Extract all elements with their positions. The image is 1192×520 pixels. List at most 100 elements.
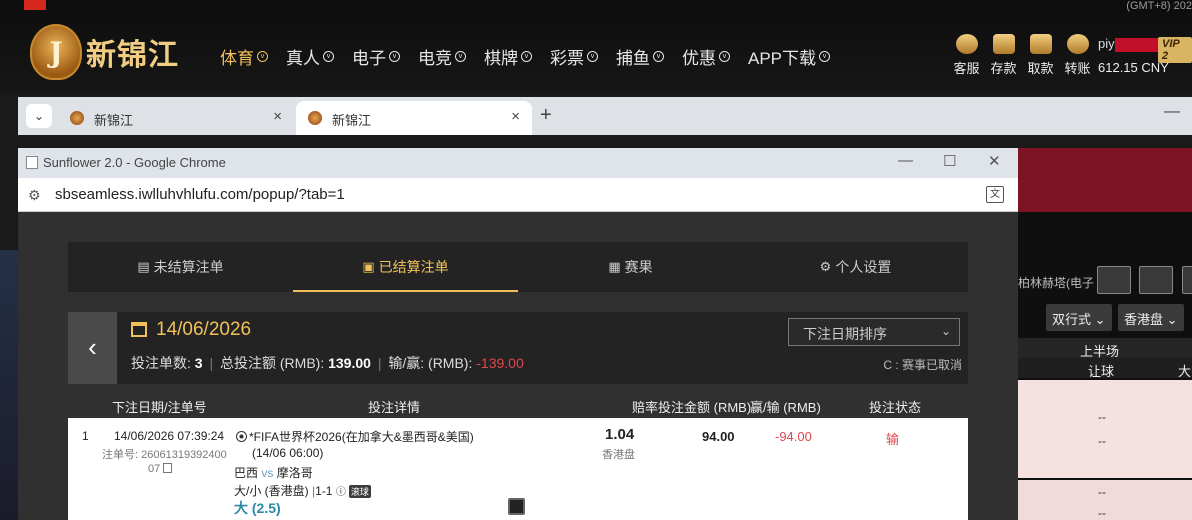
column-header: 赔率 [632, 400, 659, 415]
site-info-icon[interactable]: ⚙ [28, 187, 41, 204]
url-field[interactable]: sbseamless.iwlluhvhlufu.com/popup/?tab=1 [55, 186, 345, 203]
nav-item-promotions[interactable]: 优惠 v [682, 44, 730, 69]
nav-item-app-download[interactable]: APP下载 v [748, 44, 831, 69]
nav-item-slots[interactable]: 电子 v [352, 44, 400, 69]
transfer-coin-icon [1066, 34, 1089, 54]
bet-odds: 1.04 [605, 426, 635, 443]
balance-text: 612.15 CNY [1098, 60, 1169, 75]
background-banner-strip [1018, 148, 1192, 212]
site-header: (GMT+8) 202 J 新锦江 体育 v 真人 v 电子 v 电竞 v 棋牌 v 彩票… [0, 0, 1192, 95]
minimize-icon[interactable]: — [898, 152, 913, 169]
soccer-ball-icon [236, 431, 247, 442]
tab-settled-bets[interactable]: ▣ 已结算注单 [293, 242, 518, 292]
browser-tab-active[interactable]: 新锦江 × [296, 101, 532, 135]
logo-badge-icon: J [30, 24, 82, 80]
scoreboard-icon: ▦ [608, 259, 621, 274]
bet-slip-icon[interactable] [1097, 266, 1131, 294]
logo-text: 新锦江 [86, 38, 179, 73]
sort-dropdown[interactable]: 下注日期排序 ⌄ [788, 318, 960, 346]
live-badge: 滚球 [348, 485, 371, 498]
league-name: *FIFA世界杯2026(在加拿大&墨西哥&美国) [236, 428, 474, 445]
match-time: (14/06 06:00) [252, 446, 324, 460]
address-bar: ⚙ sbseamless.iwlluhvhlufu.com/popup/?tab… [18, 178, 1018, 212]
daily-summary: ‹ 14/06/2026 投注单数: 3 | 总投注额 (RMB): 139.0… [68, 312, 968, 384]
nav-item-esports[interactable]: 电竞 v [418, 44, 466, 69]
info-icon[interactable]: ⓘ [336, 487, 346, 498]
tab-title: 新锦江 [94, 113, 134, 128]
summary-stats: 投注单数: 3 | 总投注额 (RMB): 139.00 | 输/赢: (RMB… [131, 355, 524, 371]
popup-title: Sunflower 2.0 - Google Chrome [43, 155, 226, 170]
nav-item-cards[interactable]: 棋牌 v [484, 44, 532, 69]
summary-date: 14/06/2026 [156, 319, 252, 340]
customer-service-button[interactable]: 客服 [948, 34, 985, 77]
tab-results[interactable]: ▦ 赛果 [518, 242, 743, 292]
chevron-down-icon: v [323, 51, 334, 62]
search-team-text: 柏林赫塔(电子 [1018, 276, 1094, 290]
chevron-down-icon: v [455, 51, 466, 62]
nav-item-sports[interactable]: 体育 v [220, 44, 268, 69]
column-header: 投注金额 (RMB) [658, 400, 752, 415]
withdraw-button[interactable]: 取款 [1022, 34, 1059, 77]
nav-item-live-casino[interactable]: 真人 v [286, 44, 334, 69]
copy-icon[interactable] [163, 463, 173, 473]
minimize-button[interactable]: — [1164, 103, 1180, 121]
odds-cell[interactable]: -- -- [1018, 480, 1192, 520]
bet-winloss: -94.00 [775, 429, 812, 444]
site-logo[interactable]: J 新锦江 [30, 24, 179, 80]
unsettled-list-icon: ▤ [137, 259, 150, 274]
column-header: 投注状态 [869, 400, 922, 415]
table-header: 下注日期/注单号 投注详情 赔率 投注金额 (RMB) 赢/输 (RMB) 投注… [68, 392, 968, 418]
account-actions: 客服 存款 取款 转账 [948, 34, 1096, 77]
chevron-down-icon: v [389, 51, 400, 62]
bet-market: 大/小 (香港盘) |1-1 ⓘ 滚球 [234, 484, 371, 498]
bet-stake: 94.00 [702, 429, 735, 444]
new-tab-button[interactable]: + [540, 104, 552, 127]
tv-icon[interactable] [508, 498, 525, 515]
chevron-down-icon: v [819, 51, 831, 62]
close-icon[interactable]: ✕ [988, 152, 1001, 170]
nav-item-lottery[interactable]: 彩票 v [550, 44, 598, 69]
odds-format-dropdown[interactable]: 香港盘 ⌄ [1118, 304, 1184, 331]
popup-window: Sunflower 2.0 - Google Chrome — ☐ ✕ ⚙ sb… [18, 148, 1018, 520]
chevron-down-icon: v [521, 51, 532, 62]
china-flag-icon[interactable] [24, 0, 46, 10]
close-tab-icon[interactable]: × [273, 108, 282, 125]
table-row[interactable]: 1 14/06/2026 07:39:24 注单号: 2606131939240… [68, 418, 968, 520]
bet-status: 输 [886, 432, 900, 447]
transfer-button[interactable]: 转账 [1059, 34, 1096, 77]
previous-day-button[interactable]: ‹ [68, 312, 117, 384]
browser-tab[interactable]: 新锦江 × [58, 101, 294, 135]
main-nav: 体育 v 真人 v 电子 v 电竞 v 棋牌 v 彩票 v 捕鱼 v 优惠 v APP下载 v [220, 44, 848, 69]
settled-list-icon: ▣ [362, 259, 375, 274]
deposit-button[interactable]: 存款 [985, 34, 1022, 77]
gear-icon: ⚙ [819, 259, 832, 274]
tab-title: 新锦江 [332, 113, 372, 128]
cancelled-note: C : 赛事已取消 [883, 358, 962, 372]
settled-slip-icon[interactable] [1139, 266, 1173, 294]
nav-item-fishing[interactable]: 捕鱼 v [616, 44, 664, 69]
tab-unsettled-bets[interactable]: ▤ 未结算注单 [68, 242, 293, 292]
more-icon[interactable] [1182, 266, 1192, 294]
tab-search-dropdown[interactable]: ⌄ [26, 104, 52, 128]
first-half-header: 上半场 [1018, 338, 1192, 359]
chevron-down-icon: ⌄ [940, 324, 951, 338]
odds-cell[interactable]: -- -- [1018, 380, 1192, 478]
maximize-icon[interactable]: ☐ [943, 152, 956, 170]
tab-settings[interactable]: ⚙ 个人设置 [743, 242, 968, 292]
translate-icon[interactable]: 文 [986, 186, 1004, 203]
bet-datetime: 14/06/2026 07:39:24 [114, 429, 225, 443]
chevron-down-icon: v [257, 51, 268, 62]
chevron-down-icon: v [587, 51, 598, 62]
column-header: 赢/输 (RMB) [750, 400, 821, 415]
close-tab-icon[interactable]: × [511, 108, 520, 125]
odds-view-dropdown[interactable]: 双行式 ⌄ [1046, 304, 1112, 331]
page-icon [26, 156, 38, 169]
calendar-icon [131, 322, 147, 337]
site-favicon-icon [70, 111, 84, 125]
bet-pick: 大 (2.5) [234, 500, 281, 516]
order-number: 注单号: 26061319392400 [102, 449, 227, 461]
order-number-cont: 07 [148, 463, 173, 475]
site-favicon-icon [308, 111, 322, 125]
chevron-down-icon: v [719, 51, 730, 62]
background-banner [0, 250, 18, 520]
